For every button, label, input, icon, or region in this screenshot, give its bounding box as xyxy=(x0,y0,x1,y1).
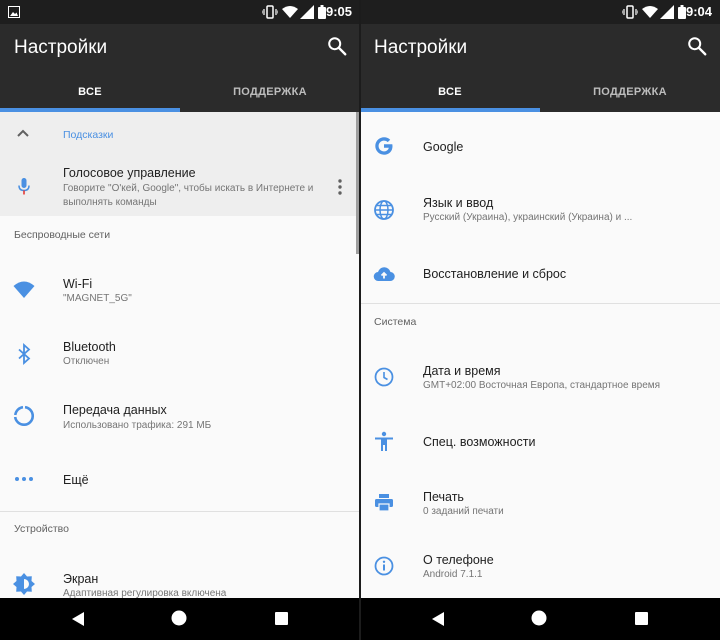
display-subtitle: Адаптивная регулировка включена xyxy=(63,588,227,598)
search-icon[interactable] xyxy=(686,35,708,57)
printer-icon xyxy=(375,494,393,512)
chevron-up-icon xyxy=(17,129,29,137)
bluetooth-item[interactable]: Bluetooth Отключен xyxy=(0,322,360,382)
vibrate-icon xyxy=(262,5,278,19)
cloud-upload-icon xyxy=(373,267,395,282)
display-item[interactable]: Экран Адаптивная регулировка включена xyxy=(0,558,360,598)
language-title: Язык и ввод xyxy=(423,196,494,210)
tab-all[interactable]: ВСЕ xyxy=(0,72,180,112)
wifi-status-icon xyxy=(282,6,298,18)
home-icon[interactable] xyxy=(531,610,547,626)
about-phone-subtitle: Android 7.1.1 xyxy=(423,569,483,580)
bluetooth-subtitle: Отключен xyxy=(63,356,110,367)
battery-icon xyxy=(678,5,686,19)
tab-support[interactable]: ПОДДЕРЖКА xyxy=(540,72,720,112)
google-icon xyxy=(375,137,393,155)
accessibility-title: Спец. возможности xyxy=(423,435,536,449)
date-time-title: Дата и время xyxy=(423,364,501,378)
suggestion-subtitle: Говорите "О'кей, Google", чтобы искать в… xyxy=(63,183,314,208)
clock-icon xyxy=(374,367,394,387)
accessibility-icon xyxy=(375,431,393,451)
accessibility-item[interactable]: Спец. возможности xyxy=(360,414,720,470)
recents-icon[interactable] xyxy=(275,612,288,625)
home-icon[interactable] xyxy=(171,610,187,626)
bluetooth-title: Bluetooth xyxy=(63,340,116,354)
more-title: Ещё xyxy=(63,473,89,487)
recents-icon[interactable] xyxy=(635,612,648,625)
suggestion-voice-control[interactable]: Голосовое управление Говорите "О'кей, Go… xyxy=(0,156,360,216)
page-title: Настройки xyxy=(374,37,468,58)
section-divider xyxy=(0,511,360,512)
microphone-icon xyxy=(18,178,30,195)
google-title: Google xyxy=(423,140,464,154)
tab-support[interactable]: ПОДДЕРЖКА xyxy=(180,72,360,112)
navigation-bar xyxy=(0,598,360,640)
suggestions-header[interactable]: Подсказки xyxy=(0,112,360,156)
globe-icon xyxy=(374,200,394,220)
status-time: 9:05 xyxy=(325,4,352,19)
about-phone-title: О телефоне xyxy=(423,553,494,567)
printing-subtitle: 0 заданий печати xyxy=(423,506,504,517)
printing-item[interactable]: Печать 0 заданий печати xyxy=(360,472,720,534)
app-bar: Настройки ВСЕ ПОДДЕРЖКА xyxy=(0,24,360,112)
signal-icon xyxy=(660,5,674,19)
bluetooth-icon xyxy=(18,342,31,366)
image-notification-icon xyxy=(8,6,20,18)
device-header: Устройство xyxy=(14,523,69,535)
back-icon[interactable] xyxy=(71,612,85,626)
settings-list[interactable]: Google Язык и ввод Русский (Украина), ук… xyxy=(360,112,720,598)
language-input-item[interactable]: Язык и ввод Русский (Украина), украински… xyxy=(360,182,720,246)
suggestion-title: Голосовое управление xyxy=(63,166,196,180)
battery-icon xyxy=(318,5,326,19)
back-icon[interactable] xyxy=(431,612,445,626)
brightness-icon xyxy=(13,573,35,595)
wifi-subtitle: "MAGNET_5G" xyxy=(63,293,132,304)
wireless-header: Беспроводные сети xyxy=(14,229,111,241)
settings-list[interactable]: Подсказки Голосовое управление Говорите … xyxy=(0,112,360,598)
date-time-item[interactable]: Дата и время GMT+02:00 Восточная Европа,… xyxy=(360,348,720,412)
display-title: Экран xyxy=(63,572,99,586)
page-title: Настройки xyxy=(14,37,108,58)
google-item[interactable]: Google xyxy=(360,112,720,182)
search-icon[interactable] xyxy=(326,35,348,57)
more-item[interactable]: Ещё xyxy=(0,450,360,508)
suggestions-label: Подсказки xyxy=(63,129,114,141)
data-usage-subtitle: Использовано трафика: 291 МБ xyxy=(63,420,212,431)
about-phone-item[interactable]: О телефоне Android 7.1.1 xyxy=(360,536,720,598)
status-bar: 9:04 xyxy=(360,0,720,24)
backup-reset-item[interactable]: Восстановление и сброс xyxy=(360,246,720,302)
right-screen: 9:04 Настройки ВСЕ ПОДДЕРЖКА Google Язык… xyxy=(360,0,720,640)
status-bar: 9:05 xyxy=(0,0,360,24)
more-horiz-icon xyxy=(15,477,33,481)
signal-icon xyxy=(300,5,314,19)
language-subtitle: Русский (Украина), украинский (Украина) … xyxy=(423,212,633,223)
left-screen: 9:05 Настройки ВСЕ ПОДДЕРЖКА Подсказки Г… xyxy=(0,0,360,640)
app-bar: Настройки ВСЕ ПОДДЕРЖКА xyxy=(360,24,720,112)
printing-title: Печать xyxy=(423,490,464,504)
backup-reset-title: Восстановление и сброс xyxy=(423,267,567,281)
vibrate-icon xyxy=(622,5,638,19)
data-usage-icon xyxy=(13,405,35,427)
section-divider xyxy=(360,303,720,304)
tab-all[interactable]: ВСЕ xyxy=(360,72,540,112)
wifi-status-icon xyxy=(642,6,658,18)
navigation-bar xyxy=(360,598,720,640)
screens-divider xyxy=(359,0,361,640)
system-header: Система xyxy=(374,316,417,328)
status-time: 9:04 xyxy=(685,4,712,19)
data-usage-item[interactable]: Передача данных Использовано трафика: 29… xyxy=(0,386,360,446)
more-vert-icon[interactable] xyxy=(336,178,344,196)
wifi-item[interactable]: Wi-Fi "MAGNET_5G" xyxy=(0,260,360,320)
date-time-subtitle: GMT+02:00 Восточная Европа, стандартное … xyxy=(423,380,661,391)
wifi-icon xyxy=(13,281,35,298)
data-usage-title: Передача данных xyxy=(63,403,167,417)
info-icon xyxy=(374,556,394,576)
wifi-title: Wi-Fi xyxy=(63,277,93,291)
